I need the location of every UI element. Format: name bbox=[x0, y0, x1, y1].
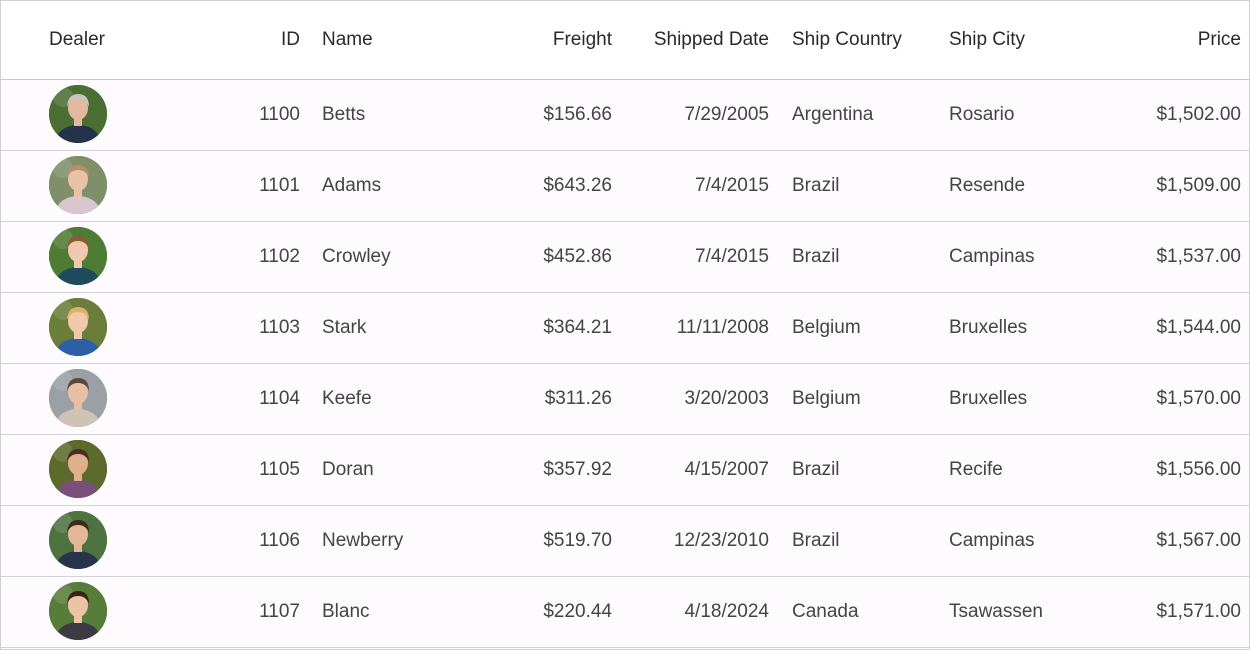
cell-ship-city: Resende bbox=[949, 175, 1026, 196]
table-row[interactable]: 1104 Keefe $311.26 3/20/2003 Belgium Bruxelle… bbox=[1, 364, 1249, 435]
table-row[interactable]: 1107 Blanc $220.44 4/18/2024 Canada Tsawassen… bbox=[1, 577, 1249, 648]
cell-name: Blanc bbox=[322, 601, 370, 622]
table-row[interactable]: 1100 Betts $156.66 7/29/2005 Argentina Rosari… bbox=[1, 80, 1249, 151]
cell-id: 1106 bbox=[259, 530, 300, 551]
cell-ship-city: Campinas bbox=[949, 530, 1035, 551]
cell-price: $1,509.00 bbox=[1156, 175, 1241, 196]
cell-ship-country: Brazil bbox=[792, 175, 840, 196]
cell-shipped-date: 4/18/2024 bbox=[684, 601, 769, 622]
cell-price: $1,537.00 bbox=[1156, 246, 1241, 267]
cell-ship-city: Rosario bbox=[949, 104, 1015, 125]
column-header-price[interactable]: Price bbox=[1091, 1, 1241, 79]
dealer-avatar bbox=[49, 582, 107, 640]
column-header-dealer[interactable]: Dealer bbox=[49, 1, 169, 79]
cell-ship-country: Brazil bbox=[792, 530, 840, 551]
column-header-ship-country[interactable]: Ship Country bbox=[792, 1, 942, 79]
cell-ship-city: Bruxelles bbox=[949, 388, 1028, 409]
cell-shipped-date: 3/20/2003 bbox=[684, 388, 769, 409]
cell-shipped-date: 11/11/2008 bbox=[676, 317, 769, 338]
table-row[interactable]: 1106 Newberry $519.70 12/23/2010 Brazil Campi… bbox=[1, 506, 1249, 577]
table-row[interactable]: 1101 Adams $643.26 7/4/2015 Brazil Resende $1,… bbox=[1, 151, 1249, 222]
dealer-avatar bbox=[49, 156, 107, 214]
cell-name: Keefe bbox=[322, 388, 372, 409]
dealer-avatar bbox=[49, 369, 107, 427]
cell-price: $1,556.00 bbox=[1156, 459, 1241, 480]
column-header-ship-city[interactable]: Ship City bbox=[949, 1, 1099, 79]
cell-shipped-date: 4/15/2007 bbox=[684, 459, 769, 480]
column-header-id[interactable]: ID bbox=[201, 1, 300, 79]
cell-id: 1105 bbox=[259, 459, 300, 480]
column-header-shipped-date[interactable]: Shipped Date bbox=[631, 1, 769, 79]
cell-freight: $364.21 bbox=[543, 317, 612, 338]
column-header-name[interactable]: Name bbox=[322, 1, 502, 79]
cell-freight: $643.26 bbox=[543, 175, 612, 196]
dealer-avatar bbox=[49, 511, 107, 569]
dealer-avatar bbox=[49, 298, 107, 356]
cell-shipped-date: 7/4/2015 bbox=[695, 246, 769, 267]
data-grid: Dealer ID Name Freight Shipped Date Ship… bbox=[0, 0, 1250, 650]
cell-id: 1101 bbox=[259, 175, 300, 196]
cell-name: Doran bbox=[322, 459, 374, 480]
cell-id: 1100 bbox=[259, 104, 300, 125]
dealer-avatar bbox=[49, 85, 107, 143]
cell-ship-country: Brazil bbox=[792, 246, 840, 267]
cell-price: $1,570.00 bbox=[1156, 388, 1241, 409]
cell-freight: $311.26 bbox=[544, 388, 612, 409]
cell-name: Adams bbox=[322, 175, 382, 196]
cell-price: $1,571.00 bbox=[1156, 601, 1241, 622]
cell-id: 1102 bbox=[259, 246, 300, 267]
cell-price: $1,544.00 bbox=[1156, 317, 1241, 338]
cell-id: 1104 bbox=[259, 388, 300, 409]
cell-ship-country: Argentina bbox=[792, 104, 874, 125]
cell-shipped-date: 7/4/2015 bbox=[695, 175, 769, 196]
dealer-avatar bbox=[49, 227, 107, 285]
dealer-avatar bbox=[49, 440, 107, 498]
cell-id: 1107 bbox=[259, 601, 300, 622]
table-row[interactable]: 1102 Crowley $452.86 7/4/2015 Brazil Campinas… bbox=[1, 222, 1249, 293]
cell-id: 1103 bbox=[259, 317, 300, 338]
table-row[interactable]: 1103 Stark $364.21 11/11/2008 Belgium Bruxell… bbox=[1, 293, 1249, 364]
cell-ship-city: Recife bbox=[949, 459, 1003, 480]
column-header-freight[interactable]: Freight bbox=[481, 1, 612, 79]
cell-freight: $519.70 bbox=[543, 530, 612, 551]
cell-ship-city: Tsawassen bbox=[949, 601, 1043, 622]
cell-shipped-date: 7/29/2005 bbox=[684, 104, 769, 125]
cell-ship-country: Belgium bbox=[792, 317, 861, 338]
cell-freight: $156.66 bbox=[543, 104, 612, 125]
grid-header-row: Dealer ID Name Freight Shipped Date Ship… bbox=[1, 1, 1249, 80]
cell-name: Crowley bbox=[322, 246, 391, 267]
cell-freight: $357.92 bbox=[543, 459, 612, 480]
cell-name: Newberry bbox=[322, 530, 404, 551]
cell-price: $1,567.00 bbox=[1156, 530, 1241, 551]
cell-ship-city: Campinas bbox=[949, 246, 1035, 267]
cell-ship-country: Belgium bbox=[792, 388, 861, 409]
cell-name: Stark bbox=[322, 317, 367, 338]
cell-ship-country: Brazil bbox=[792, 459, 840, 480]
cell-shipped-date: 12/23/2010 bbox=[673, 530, 769, 551]
cell-freight: $452.86 bbox=[543, 246, 612, 267]
cell-ship-city: Bruxelles bbox=[949, 317, 1028, 338]
cell-price: $1,502.00 bbox=[1156, 104, 1241, 125]
cell-ship-country: Canada bbox=[792, 601, 859, 622]
cell-freight: $220.44 bbox=[543, 601, 612, 622]
table-row[interactable]: 1105 Doran $357.92 4/15/2007 Brazil Recife $1,… bbox=[1, 435, 1249, 506]
cell-name: Betts bbox=[322, 104, 366, 125]
